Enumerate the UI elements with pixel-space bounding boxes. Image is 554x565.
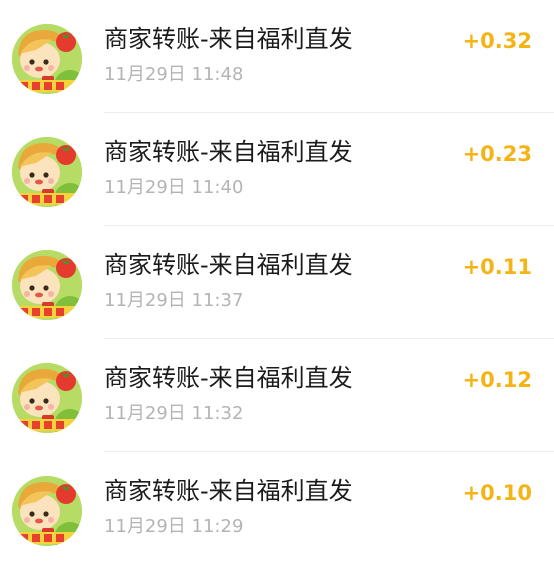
merchant-avatar-icon: [12, 137, 82, 207]
merchant-avatar-icon: [12, 476, 82, 546]
transaction-amount: +0.32: [462, 29, 532, 53]
merchant-avatar-icon: [12, 363, 82, 433]
transaction-row[interactable]: 商家转账-来自福利直发 11月29日 11:40 +0.23: [0, 113, 554, 226]
transaction-row[interactable]: 商家转账-来自福利直发 11月29日 11:32 +0.12: [0, 339, 554, 452]
transaction-title: 商家转账-来自福利直发: [104, 138, 353, 166]
merchant-avatar-icon: [12, 24, 82, 94]
transaction-row[interactable]: 商家转账-来自福利直发 11月29日 11:48 +0.32: [0, 0, 554, 113]
transaction-row[interactable]: 商家转账-来自福利直发 11月29日 11:37 +0.11: [0, 226, 554, 339]
transaction-time: 11月29日 11:37: [104, 290, 244, 311]
transaction-amount: +0.12: [462, 368, 532, 392]
transaction-time: 11月29日 11:40: [104, 177, 244, 198]
transaction-time: 11月29日 11:32: [104, 403, 244, 424]
transaction-title: 商家转账-来自福利直发: [104, 477, 353, 505]
transaction-time: 11月29日 11:29: [104, 516, 244, 537]
transaction-list: 商家转账-来自福利直发 11月29日 11:48 +0.32 商家转账-来自福利…: [0, 0, 554, 546]
transaction-title: 商家转账-来自福利直发: [104, 25, 353, 53]
merchant-avatar-icon: [12, 250, 82, 320]
transaction-amount: +0.10: [462, 481, 532, 505]
transaction-title: 商家转账-来自福利直发: [104, 364, 353, 392]
transaction-title: 商家转账-来自福利直发: [104, 251, 353, 279]
transaction-amount: +0.11: [462, 255, 532, 279]
transaction-amount: +0.23: [462, 142, 532, 166]
transaction-time: 11月29日 11:48: [104, 64, 244, 85]
transaction-row[interactable]: 商家转账-来自福利直发 11月29日 11:29 +0.10: [0, 452, 554, 565]
